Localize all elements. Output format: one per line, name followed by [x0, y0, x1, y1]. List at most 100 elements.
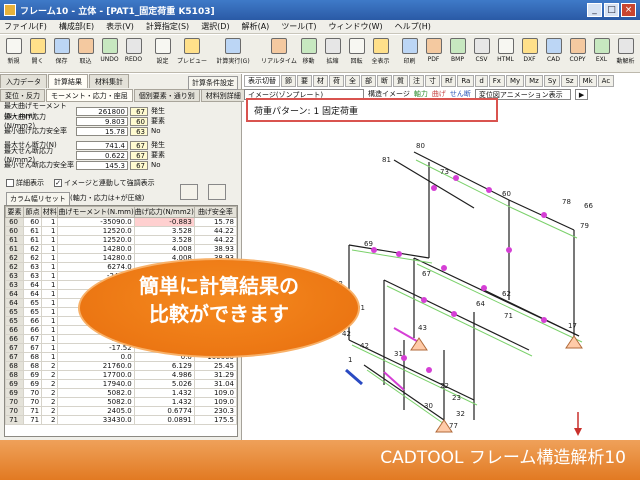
view-tab-13[interactable]: d: [475, 75, 488, 87]
view-tab-12[interactable]: Ra: [457, 75, 475, 87]
toolbar-label: 回転: [350, 58, 363, 65]
preview-button[interactable]: プレビュー: [175, 37, 209, 71]
undo-button[interactable]: UNDO: [98, 37, 121, 71]
menu-item-6[interactable]: ツール(T): [281, 21, 316, 32]
copy-icon: [569, 38, 586, 54]
menu-item-3[interactable]: 計算指定(S): [146, 21, 189, 32]
pdf-button[interactable]: PDF: [422, 37, 445, 71]
calculate-button[interactable]: 計算実行(G): [210, 37, 256, 71]
import-button[interactable]: 取込: [74, 37, 97, 71]
view-tabs: 表示切替節要材荷全部断質注寸 Rf Ra d Fx My Mz Sy Sz Mk Ac: [244, 74, 640, 88]
dxf-button[interactable]: DXF: [518, 37, 541, 71]
view-tab-17[interactable]: Sy: [543, 75, 561, 87]
view-tab-7[interactable]: 断: [377, 75, 392, 87]
copy-button[interactable]: COPY: [566, 37, 589, 71]
link-option[interactable]: イメージと連動して強調表示: [54, 178, 155, 188]
view-tab-9[interactable]: 注: [409, 75, 424, 87]
fit-all-button[interactable]: 全表示: [369, 37, 392, 71]
play-button[interactable]: ▶: [574, 88, 589, 100]
csv-button[interactable]: CSV: [470, 37, 493, 71]
table-row[interactable]: 69 69 2 17940.0 5.026 31.04: [5, 379, 237, 389]
result-element-id[interactable]: 67: [130, 106, 148, 116]
node-label: 78: [562, 198, 571, 206]
tab-main-0[interactable]: 入力データ: [0, 74, 47, 88]
view-tab-18[interactable]: Sz: [561, 75, 578, 87]
maximize-button[interactable]: □: [604, 3, 619, 17]
view-tab-11[interactable]: Rf: [441, 75, 457, 87]
table-row[interactable]: 69 70 2 5082.0 1.432 109.0: [5, 388, 237, 398]
copy-grid-icon[interactable]: [208, 184, 226, 200]
table-row[interactable]: 68 69 2 17700.0 4.986 31.29: [5, 370, 237, 380]
column-reset-button[interactable]: カラム幅リセット: [6, 192, 70, 206]
table-row[interactable]: 60 61 1 12520.0 3.528 44.22: [5, 226, 237, 236]
table-row[interactable]: 60 60 1 -35090.0 -0.883 15.78: [5, 217, 237, 227]
view-tab-1[interactable]: 節: [281, 75, 296, 87]
table-row[interactable]: 68 68 2 21760.0 6.129 25.45: [5, 361, 237, 371]
result-element-id[interactable]: 67: [130, 150, 148, 160]
menu-item-7[interactable]: ウィンドウ(W): [328, 21, 382, 32]
tab-main-1[interactable]: 計算結果: [48, 74, 88, 88]
menu-item-0[interactable]: ファイル(F): [4, 21, 47, 32]
print-button[interactable]: 印刷: [398, 37, 421, 71]
tab-result-3[interactable]: 材料別詳細: [200, 89, 246, 102]
table-row[interactable]: 70 70 2 5082.0 1.432 109.0: [5, 397, 237, 407]
column-header[interactable]: 曲げ応力(N/mm2): [133, 206, 195, 218]
view-tab-8[interactable]: 質: [393, 75, 408, 87]
view-tab-10[interactable]: 寸: [425, 75, 440, 87]
view-tab-16[interactable]: Mz: [525, 75, 543, 87]
move-button[interactable]: 移動: [297, 37, 320, 71]
table-row[interactable]: 71 71 2 33430.0 0.0891 175.5: [5, 415, 237, 425]
view-tab-15[interactable]: My: [505, 75, 525, 87]
view-tab-4[interactable]: 荷: [329, 75, 344, 87]
column-header[interactable]: 材料: [41, 206, 59, 218]
excel-button[interactable]: EXL: [590, 37, 613, 71]
table-row[interactable]: 70 71 2 2405.0 0.6774 230.3: [5, 406, 237, 416]
zoom-button[interactable]: 拡縮: [321, 37, 344, 71]
save-button[interactable]: 保存: [50, 37, 73, 71]
view-tab-20[interactable]: Ac: [597, 75, 615, 87]
node-label: 79: [580, 222, 589, 230]
menu-item-5[interactable]: 解析(A): [242, 21, 270, 32]
view-tab-0[interactable]: 表示切替: [244, 75, 280, 87]
bmp-button[interactable]: BMP: [446, 37, 469, 71]
rotate-button[interactable]: 回転: [345, 37, 368, 71]
table-row[interactable]: 61 62 1 14280.0 4.008 38.93: [5, 244, 237, 254]
close-button[interactable]: ×: [621, 3, 636, 17]
menu-item-8[interactable]: ヘルプ(H): [395, 21, 431, 32]
redo-button[interactable]: REDO: [122, 37, 145, 71]
column-header[interactable]: 曲げモーメント(N.mm): [57, 206, 135, 218]
open-folder-button[interactable]: 開く: [26, 37, 49, 71]
calc-condition-button[interactable]: 計算条件設定: [188, 76, 238, 90]
realtime-button[interactable]: リアルタイム: [261, 37, 297, 71]
column-header[interactable]: 曲げ安全率: [193, 206, 237, 218]
tab-result-2[interactable]: 個別要素・通り別: [133, 89, 200, 102]
menu-item-2[interactable]: 表示(V): [106, 21, 134, 32]
link-checkbox[interactable]: [54, 179, 62, 187]
view-tab-3[interactable]: 材: [313, 75, 328, 87]
table-row[interactable]: 61 61 1 12520.0 3.528 44.22: [5, 235, 237, 245]
view-tab-19[interactable]: Mk: [578, 75, 597, 87]
view-tab-5[interactable]: 全: [345, 75, 360, 87]
result-element-id[interactable]: 67: [130, 160, 148, 170]
html-button[interactable]: HTML: [494, 37, 517, 71]
result-element-id[interactable]: 63: [130, 126, 148, 136]
menu-item-1[interactable]: 構成部(E): [59, 21, 94, 32]
new-file-button[interactable]: 新規: [2, 37, 25, 71]
table-cell: 1: [41, 289, 59, 299]
result-element-id[interactable]: 67: [130, 140, 148, 150]
settings-button[interactable]: 設定: [151, 37, 174, 71]
view-tab-2[interactable]: 要: [297, 75, 312, 87]
export-grid-icon[interactable]: [180, 184, 198, 200]
result-element-id[interactable]: 60: [130, 116, 148, 126]
cad-button[interactable]: CAD: [542, 37, 565, 71]
detail-checkbox[interactable]: [6, 179, 14, 187]
menu-item-4[interactable]: 選択(D): [201, 21, 229, 32]
view-tab-14[interactable]: Fx: [488, 75, 505, 87]
view-tab-6[interactable]: 部: [361, 75, 376, 87]
dynamic-analysis-button[interactable]: 動解析: [614, 37, 637, 71]
column-header[interactable]: 節点: [23, 206, 43, 218]
minimize-button[interactable]: _: [587, 3, 602, 17]
column-header[interactable]: 要素: [5, 206, 25, 218]
detail-option[interactable]: 詳細表示: [6, 178, 44, 188]
tab-main-2[interactable]: 材料集計: [89, 74, 129, 88]
